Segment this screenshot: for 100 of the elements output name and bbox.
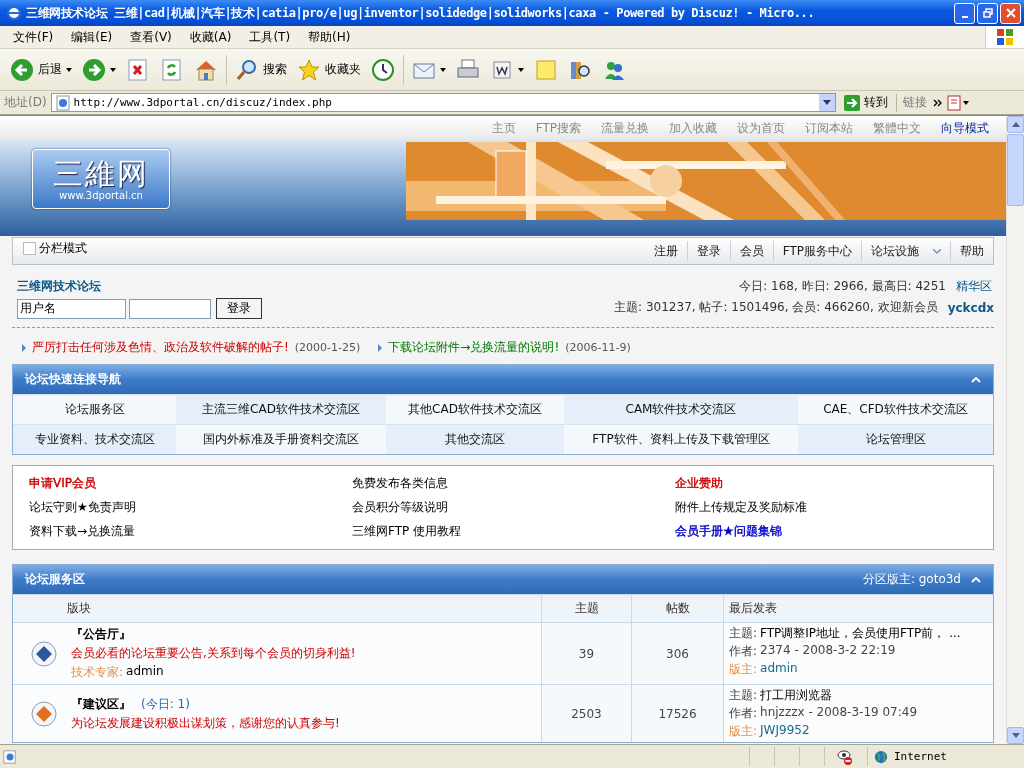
table-cell: 39 <box>541 623 631 684</box>
stats-text: 主题: 301237, 帖子: 1501496, 会员: 466260, 欢迎新会员 <box>614 299 938 316</box>
restore-button[interactable] <box>977 2 998 24</box>
window-title: 三维网技术论坛 三维|cad|机械|汽车|技术|catia|pro/e|ug|inventor|solidedge|solidworks|caxa - Powered by Discuz! - Micro... <box>26 4 816 22</box>
password-field[interactable] <box>129 298 211 319</box>
menu-item[interactable]: 帮助(H) <box>299 28 360 46</box>
info-link[interactable]: 论坛守则★免责声明 <box>29 499 136 516</box>
nav-link[interactable]: 注册 <box>644 241 687 261</box>
info-link[interactable]: 会员手册★问题集锦 <box>675 523 782 540</box>
nav-link[interactable]: 帮助 <box>950 241 993 261</box>
nav-link-label: 登录 <box>696 242 721 260</box>
nav-link-label: FTP服务中心 <box>782 242 852 260</box>
info-link[interactable]: 附件上传规定及奖励标准 <box>675 499 807 516</box>
announcement-link[interactable]: 严厉打击任何涉及色情、政治及软件破解的帖子! <box>32 339 289 356</box>
caret-icon[interactable] <box>822 100 831 105</box>
last-post-label: 主题: <box>729 625 758 642</box>
nav-link-label: 论坛设施 <box>871 242 919 260</box>
info-link[interactable]: 资料下载→兑换流量 <box>29 523 136 540</box>
info-link[interactable]: 申请VIP会员 <box>29 475 96 492</box>
last-post-label: 主题: <box>729 687 758 704</box>
windows-flag-icon <box>995 27 1015 47</box>
back-button[interactable]: 后退 <box>6 55 76 84</box>
quick-nav-link[interactable]: 其他交流区 <box>386 424 564 454</box>
info-link[interactable]: 会员积分等级说明 <box>352 499 448 516</box>
last-post-value[interactable]: hnjzzzx - 2008-3-19 07:49 <box>760 705 918 722</box>
refresh-icon <box>160 57 184 82</box>
last-post-label: 版主: <box>729 661 758 678</box>
moderator-link[interactable]: admin <box>126 664 164 681</box>
privacy-icon[interactable] <box>837 748 853 765</box>
caret-icon[interactable] <box>440 67 446 72</box>
scroll-down-icon[interactable] <box>1011 733 1020 738</box>
info-link[interactable]: 免费发布各类信息 <box>352 475 448 492</box>
minimize-button[interactable] <box>954 2 975 24</box>
moderator-label: 技术专家: <box>71 664 124 681</box>
links-button[interactable]: 链接 <box>900 94 929 111</box>
last-post-value[interactable]: admin <box>760 661 798 678</box>
moderator-text: 分区版主: goto3d <box>862 571 961 588</box>
go-button[interactable]: 转到 <box>839 94 892 111</box>
checkbox[interactable] <box>23 242 36 255</box>
quick-nav-link[interactable]: 主流三维CAD软件技术交流区 <box>176 394 386 424</box>
forum-title: 三维网技术论坛 <box>17 278 102 295</box>
address-field[interactable]: http://www.3dportal.cn/discuz/index.php <box>50 93 836 112</box>
forum-icon <box>31 640 57 667</box>
nav-link[interactable]: 会员 <box>729 241 773 261</box>
caret-icon[interactable] <box>110 67 116 72</box>
nav-link[interactable]: 登录 <box>686 241 730 261</box>
quick-nav-link[interactable]: 论坛管理区 <box>798 424 993 454</box>
caret-icon[interactable] <box>518 67 524 72</box>
page-icon <box>3 749 17 764</box>
chevron-icon[interactable] <box>932 98 943 107</box>
scroll-thumb[interactable] <box>1007 134 1024 206</box>
last-post-value[interactable]: FTP调整IP地址，会员使用FTP前， ... <box>760 625 961 642</box>
last-post-value[interactable]: 2374 - 2008-3-2 22:19 <box>760 643 896 660</box>
announcement-link[interactable]: 下载论坛附件→兑换流量的说明! <box>388 339 560 356</box>
stats-link[interactable]: 精华区 <box>956 278 994 295</box>
column-header: 最后发表 <box>723 595 993 622</box>
site-logo[interactable]: 三維网 www.3dportal.cn <box>32 149 170 209</box>
last-post-value[interactable]: 打工用浏览器 <box>760 687 833 704</box>
dropdown-button[interactable] <box>818 94 835 111</box>
search-button[interactable]: 搜索 <box>231 55 291 84</box>
username-field[interactable]: 用户名 <box>17 298 126 319</box>
caret-icon[interactable] <box>66 67 72 72</box>
stats-link[interactable]: yckcdx <box>947 300 994 315</box>
collapse-icon[interactable] <box>971 376 981 383</box>
scrollbar[interactable] <box>1006 116 1024 744</box>
menu-item[interactable]: 编辑(E) <box>62 28 122 46</box>
last-post-label: 作者: <box>729 705 758 722</box>
info-link[interactable]: 三维网FTP 使用教程 <box>352 523 462 540</box>
nav-link-label: 注册 <box>653 242 678 260</box>
today-count: (今日: 1) <box>141 695 190 713</box>
history-icon <box>371 57 395 82</box>
close-button[interactable] <box>1000 2 1021 24</box>
nav-link[interactable]: FTP服务中心 <box>772 241 861 261</box>
collapse-icon[interactable] <box>971 576 981 583</box>
split-mode-checkbox[interactable]: 分栏模式 <box>13 240 87 257</box>
triangle-icon <box>378 343 383 352</box>
minimize-icon <box>961 15 968 18</box>
column-header: 主题 <box>541 595 631 622</box>
restore-icon <box>982 8 993 18</box>
column-header: 帖数 <box>631 595 723 622</box>
announcement-date: (2000-1-25) <box>294 341 361 354</box>
last-post-value[interactable]: JWJ9952 <box>760 723 810 740</box>
favorites-button[interactable]: 收藏夹 <box>293 55 365 84</box>
section-title: 论坛服务区 <box>25 571 85 588</box>
table-cell: 306 <box>631 623 723 684</box>
info-link[interactable]: 企业赞助 <box>675 475 723 492</box>
forum-name[interactable]: 『建议区』 <box>71 695 131 713</box>
menu-item[interactable]: 工具(T) <box>240 28 300 46</box>
scroll-up-icon[interactable] <box>1011 122 1020 127</box>
nav-link[interactable]: 论坛设施 <box>861 241 950 261</box>
top-link[interactable]: 向导模式 <box>941 119 989 137</box>
menu-item[interactable]: 查看(V) <box>121 28 181 46</box>
login-button[interactable]: 登录 <box>216 298 262 319</box>
nav-link-label: 帮助 <box>960 242 984 260</box>
pdf-icon[interactable] <box>946 94 969 111</box>
menu-item[interactable]: 文件(F) <box>4 28 63 46</box>
forum-name[interactable]: 『公告厅』 <box>71 626 131 643</box>
menu-item[interactable]: 收藏(A) <box>180 28 241 46</box>
quick-nav-link[interactable]: CAM软件技术交流区 <box>564 394 798 424</box>
quick-nav-link[interactable]: 专业资料、技术交流区 <box>13 424 176 454</box>
